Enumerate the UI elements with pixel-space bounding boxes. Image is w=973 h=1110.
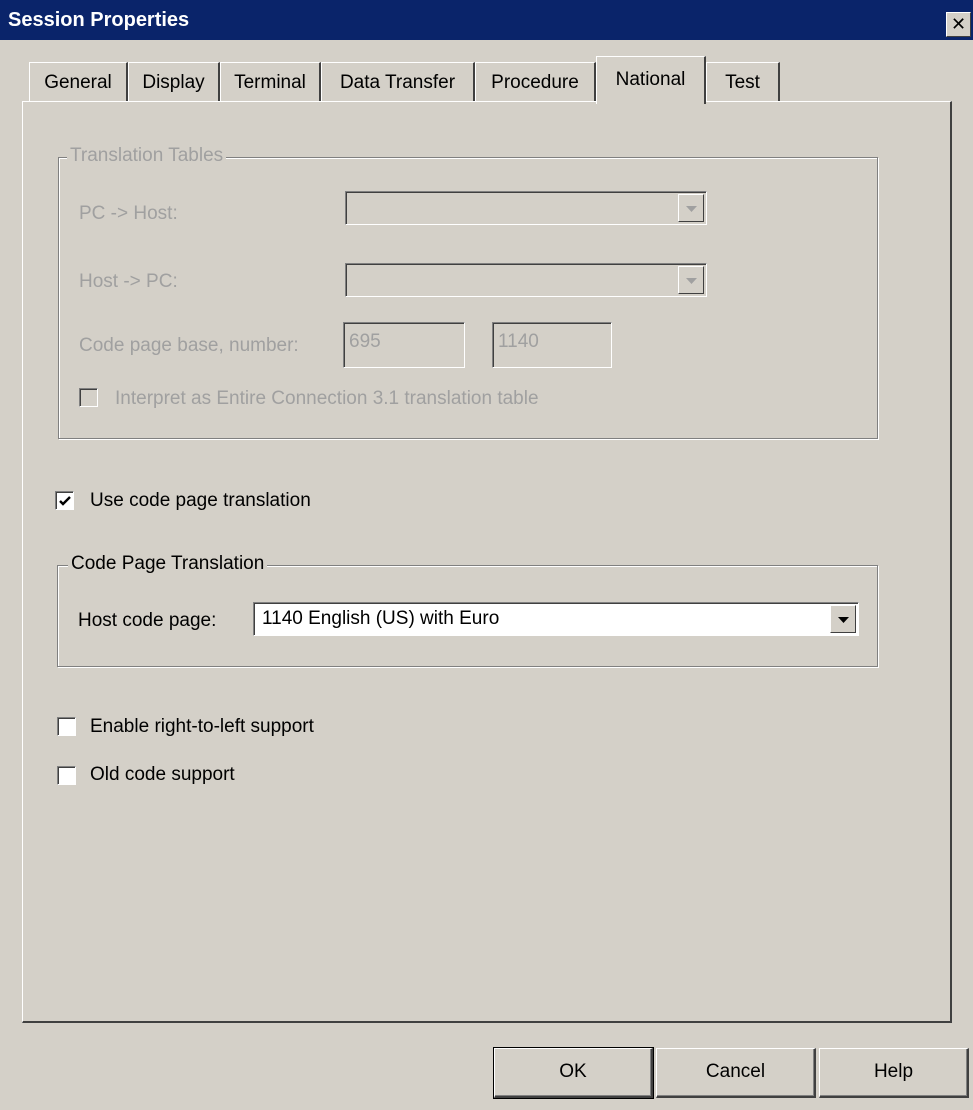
chevron-down-icon: [838, 617, 849, 623]
translation-tables-legend: Translation Tables: [67, 145, 227, 167]
tab-national[interactable]: National: [596, 56, 706, 104]
chevron-down-icon: [686, 278, 697, 284]
host-code-page-select[interactable]: 1140 English (US) with Euro: [253, 602, 859, 636]
pc-to-host-label: PC -> Host:: [79, 203, 178, 224]
title-bar: Session Properties ✕: [0, 0, 973, 40]
code-page-translation-legend: Code Page Translation: [68, 553, 268, 575]
old-code-label: Old code support: [90, 764, 235, 785]
tab-data-transfer[interactable]: Data Transfer: [321, 62, 475, 102]
host-code-page-label: Host code page:: [78, 610, 217, 631]
host-code-page-value: 1140 English (US) with Euro: [262, 608, 500, 629]
checkmark-icon: [59, 496, 71, 506]
close-icon: ✕: [950, 14, 967, 34]
pc-to-host-dropdown-button[interactable]: [678, 194, 704, 222]
cancel-button[interactable]: Cancel: [656, 1048, 816, 1098]
pc-to-host-select[interactable]: [345, 191, 707, 225]
active-tab-gap: [597, 100, 704, 103]
tab-terminal[interactable]: Terminal: [220, 62, 321, 102]
tab-procedure[interactable]: Procedure: [475, 62, 596, 102]
use-code-page-checkbox[interactable]: [55, 491, 74, 510]
close-button[interactable]: ✕: [946, 12, 971, 37]
host-to-pc-label: Host -> PC:: [79, 271, 178, 292]
rtl-support-checkbox[interactable]: [57, 717, 76, 736]
old-code-checkbox[interactable]: [57, 766, 76, 785]
chevron-down-icon: [686, 206, 697, 212]
code-page-number-field[interactable]: 1140: [492, 322, 612, 368]
tab-display[interactable]: Display: [128, 62, 220, 102]
code-page-label: Code page base, number:: [79, 335, 299, 356]
use-code-page-label: Use code page translation: [90, 490, 311, 511]
code-page-base-field[interactable]: 695: [343, 322, 465, 368]
interpret-checkbox[interactable]: [79, 388, 98, 407]
tab-test[interactable]: Test: [706, 62, 780, 102]
window-title: Session Properties: [8, 9, 190, 31]
rtl-support-label: Enable right-to-left support: [90, 716, 314, 737]
host-code-page-dropdown-button[interactable]: [830, 605, 856, 633]
ok-button[interactable]: OK: [493, 1047, 654, 1099]
host-to-pc-select[interactable]: [345, 263, 707, 297]
interpret-label: Interpret as Entire Connection 3.1 trans…: [115, 388, 539, 409]
tab-general[interactable]: General: [29, 62, 128, 102]
help-button[interactable]: Help: [819, 1048, 969, 1098]
host-to-pc-dropdown-button[interactable]: [678, 266, 704, 294]
